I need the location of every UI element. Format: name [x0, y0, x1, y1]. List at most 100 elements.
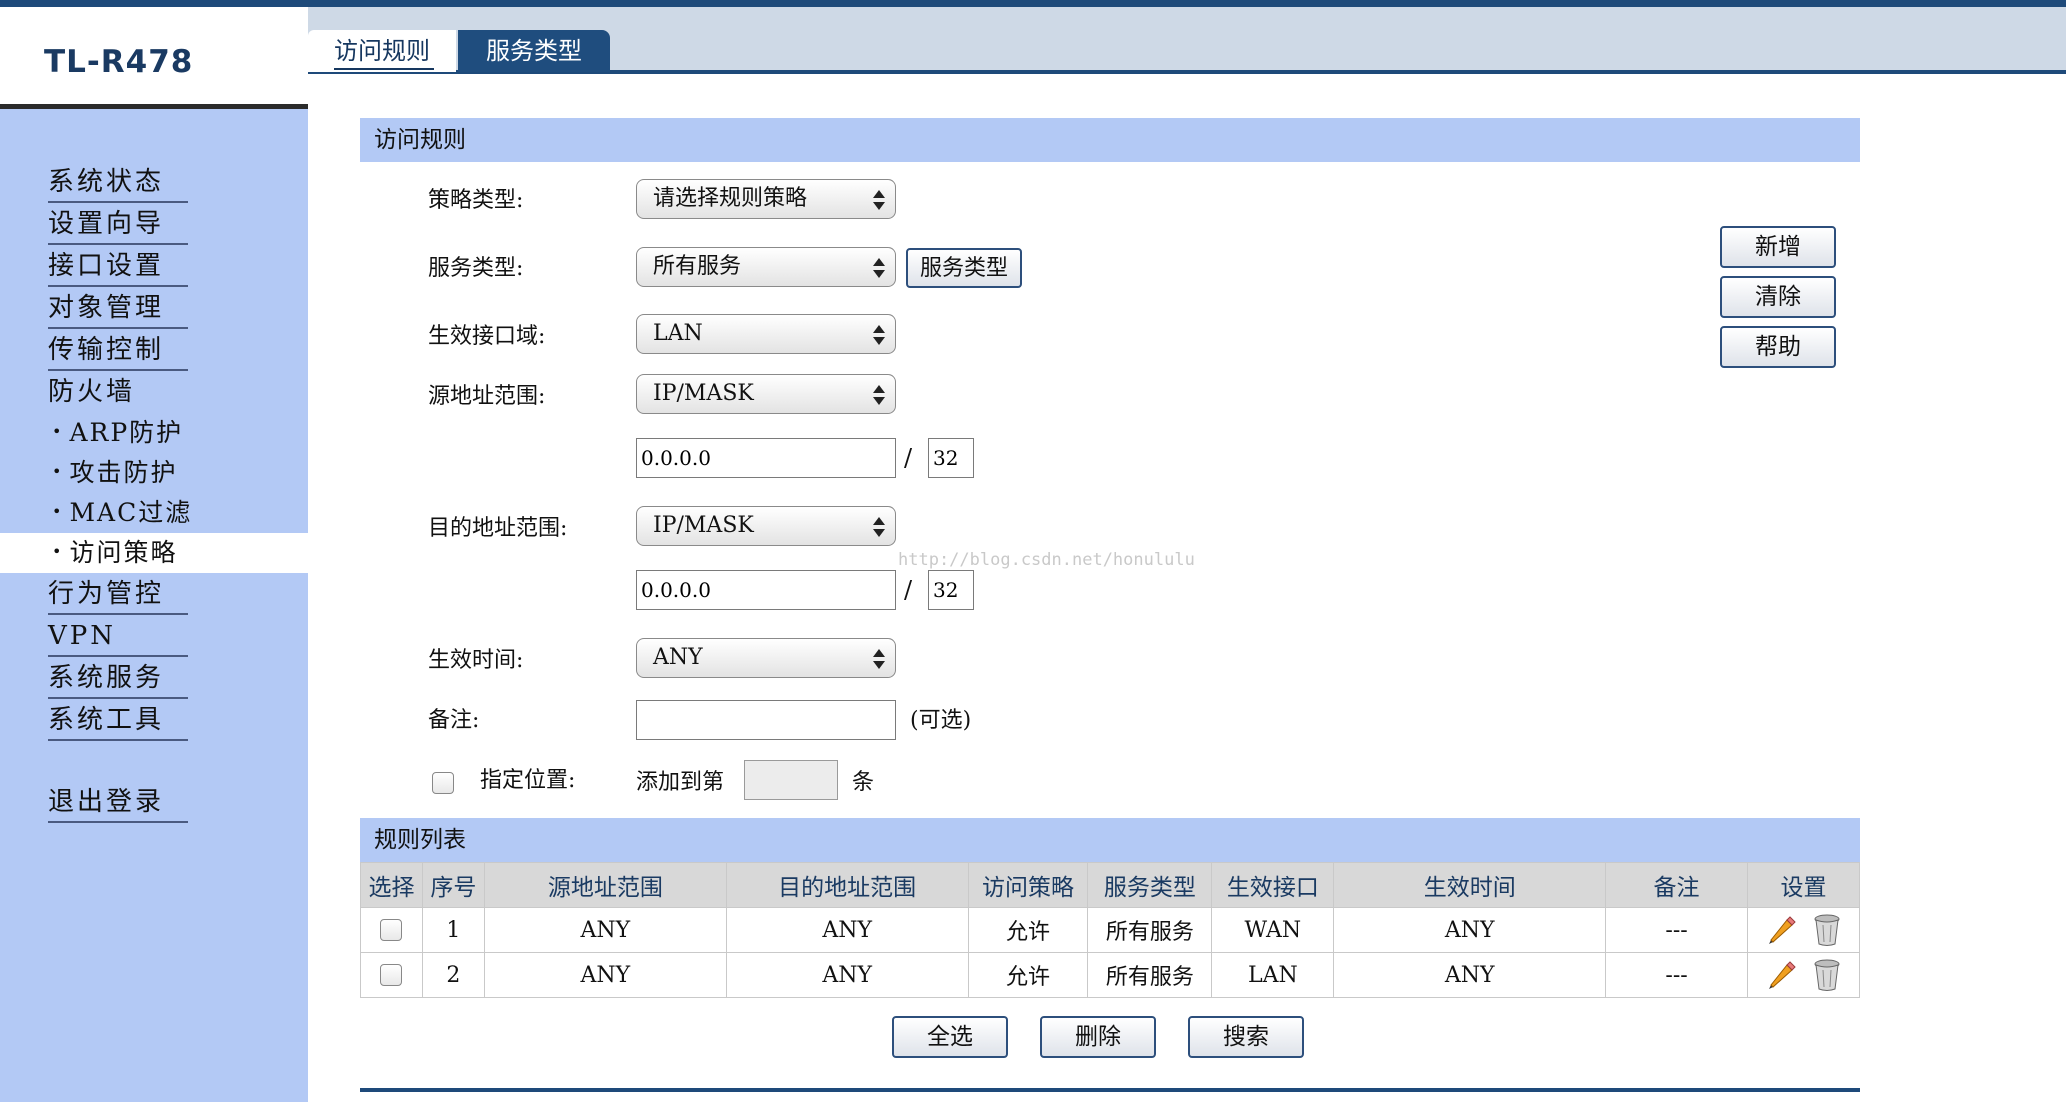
search-button[interactable]: 搜索: [1188, 1016, 1304, 1058]
top-bar: [0, 0, 2066, 7]
sidebar-item-logout[interactable]: 退出登录: [48, 783, 188, 823]
sidebar-item-firewall[interactable]: 防火墙: [48, 373, 188, 411]
dst-mode-select[interactable]: IP/MASK: [636, 506, 896, 546]
sidebar-item-object-management[interactable]: 对象管理: [48, 289, 188, 329]
dst-mask-input[interactable]: [928, 570, 974, 610]
table-row: 2 ANY ANY 允许 所有服务 LAN ANY ---: [360, 952, 1860, 998]
col-header-note: 备注: [1605, 862, 1748, 908]
help-button[interactable]: 帮助: [1720, 326, 1836, 368]
policy-type-value: 请选择规则策略: [653, 186, 808, 211]
sidebar-item-system-services[interactable]: 系统服务: [48, 659, 188, 699]
clear-button[interactable]: 清除: [1720, 276, 1836, 318]
tab-service-types[interactable]: 服务类型: [458, 30, 610, 72]
row-src: ANY: [483, 907, 727, 953]
col-header-src: 源地址范围: [483, 862, 727, 908]
rule-list-section-title: 规则列表: [360, 818, 1860, 862]
watermark: http://blog.csdn.net/honululu: [898, 550, 1195, 570]
time-select[interactable]: ANY: [636, 638, 896, 678]
select-arrows-icon: [873, 383, 885, 407]
row-select-cell: [360, 907, 423, 953]
sidebar-subitem-access-policy[interactable]: 访问策略: [52, 534, 177, 572]
tab-access-rules[interactable]: 访问规则: [308, 30, 456, 72]
position-input[interactable]: [744, 760, 838, 800]
col-header-iface: 生效接口: [1211, 862, 1335, 908]
service-type-button[interactable]: 服务类型: [906, 248, 1022, 288]
sidebar-item-setup-wizard[interactable]: 设置向导: [48, 205, 188, 245]
row-src: ANY: [483, 952, 727, 998]
row-settings: [1747, 952, 1860, 998]
dst-mode-value: IP/MASK: [653, 513, 754, 538]
col-header-service: 服务类型: [1087, 862, 1213, 908]
sidebar-item-transfer-control[interactable]: 传输控制: [48, 331, 188, 371]
sidebar-subitem-attack-protection[interactable]: 攻击防护: [52, 454, 177, 492]
src-mode-select[interactable]: IP/MASK: [636, 374, 896, 414]
row-settings: [1747, 907, 1860, 953]
row-note: ---: [1605, 952, 1748, 998]
src-ip-input[interactable]: [636, 438, 896, 478]
delete-trash-icon[interactable]: [1812, 913, 1842, 947]
row-dst: ANY: [725, 907, 969, 953]
col-header-index: 序号: [421, 862, 485, 908]
select-arrows-icon: [873, 188, 885, 212]
zone-select[interactable]: LAN: [636, 314, 896, 354]
logo: TL-R478: [44, 44, 194, 80]
row-policy: 允许: [967, 952, 1089, 998]
select-all-button[interactable]: 全选: [892, 1016, 1008, 1058]
sidebar-item-vpn[interactable]: VPN: [48, 617, 188, 657]
zone-value: LAN: [653, 321, 703, 346]
row-time: ANY: [1333, 952, 1607, 998]
position-prefix: 添加到第: [636, 770, 725, 795]
add-button[interactable]: 新增: [1720, 226, 1836, 268]
row-checkbox[interactable]: [380, 964, 403, 986]
row-select-cell: [360, 952, 423, 998]
table-header-row: 选择 序号 源地址范围 目的地址范围 访问策略 服务类型 生效接口 生效时间 备…: [360, 862, 1860, 908]
src-mask-input[interactable]: [928, 438, 974, 478]
row-policy: 允许: [967, 907, 1089, 953]
dst-ip-input[interactable]: [636, 570, 896, 610]
src-mode-value: IP/MASK: [653, 381, 754, 406]
edit-pencil-icon[interactable]: [1765, 959, 1797, 991]
position-suffix: 条: [852, 770, 875, 795]
table-row: 1 ANY ANY 允许 所有服务 WAN ANY ---: [360, 907, 1860, 953]
zone-label: 生效接口域:: [428, 324, 546, 349]
bottom-divider: [360, 1088, 1860, 1092]
delete-trash-icon[interactable]: [1812, 958, 1842, 992]
col-header-policy: 访问策略: [967, 862, 1089, 908]
row-service: 所有服务: [1087, 907, 1213, 953]
delete-button[interactable]: 删除: [1040, 1016, 1156, 1058]
select-arrows-icon: [873, 323, 885, 347]
col-header-dst: 目的地址范围: [725, 862, 969, 908]
tab-active-underline: [334, 68, 434, 70]
col-header-select: 选择: [360, 862, 423, 908]
sidebar-subitem-mac-filter[interactable]: MAC过滤: [52, 494, 192, 532]
row-index: 2: [421, 952, 485, 998]
row-checkbox[interactable]: [380, 919, 403, 941]
time-label: 生效时间:: [428, 648, 524, 673]
edit-pencil-icon[interactable]: [1765, 914, 1797, 946]
position-label: 指定位置:: [480, 768, 576, 793]
policy-type-select[interactable]: 请选择规则策略: [636, 179, 896, 219]
sidebar-subitem-arp[interactable]: ARP防护: [52, 414, 183, 452]
row-note: ---: [1605, 907, 1748, 953]
note-input[interactable]: [636, 700, 896, 740]
col-header-time: 生效时间: [1333, 862, 1607, 908]
dst-range-label: 目的地址范围:: [428, 516, 568, 541]
row-index: 1: [421, 907, 485, 953]
row-time: ANY: [1333, 907, 1607, 953]
sidebar-item-interface-settings[interactable]: 接口设置: [48, 247, 188, 287]
policy-type-label: 策略类型:: [428, 188, 524, 213]
sidebar-item-system-status[interactable]: 系统状态: [48, 163, 188, 203]
select-arrows-icon: [873, 256, 885, 280]
position-checkbox[interactable]: [432, 772, 454, 794]
service-type-select[interactable]: 所有服务: [636, 247, 896, 287]
select-arrows-icon: [873, 647, 885, 671]
service-type-value: 所有服务: [653, 254, 742, 279]
time-value: ANY: [653, 645, 703, 670]
service-type-label: 服务类型:: [428, 256, 524, 281]
sidebar-item-behavior-control[interactable]: 行为管控: [48, 575, 188, 615]
col-header-settings: 设置: [1747, 862, 1860, 908]
src-range-label: 源地址范围:: [428, 384, 546, 409]
sidebar-item-system-tools[interactable]: 系统工具: [48, 701, 188, 741]
row-iface: WAN: [1211, 907, 1335, 953]
note-label: 备注:: [428, 708, 480, 733]
